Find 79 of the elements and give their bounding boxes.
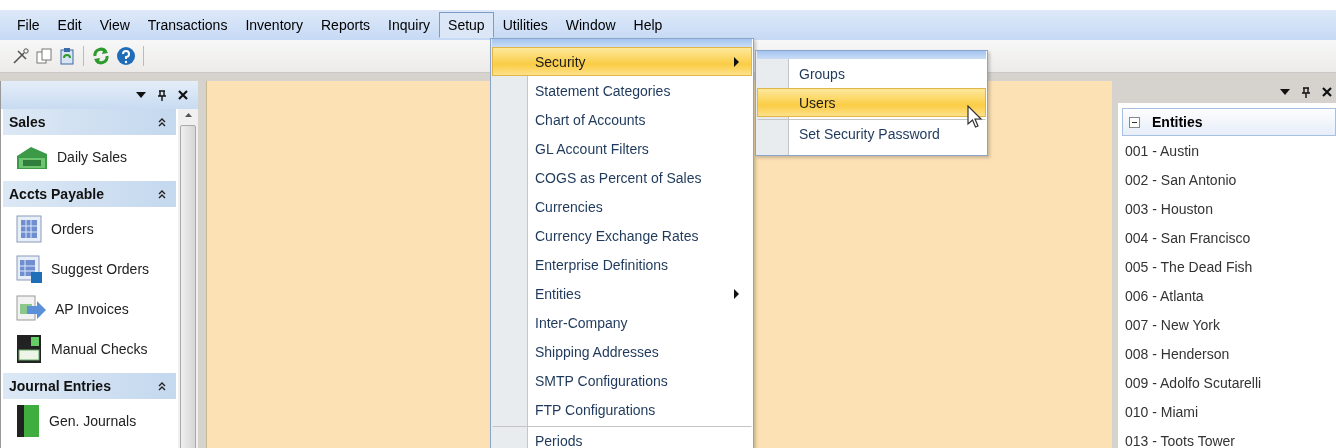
- nav-item[interactable]: Orders: [51, 221, 94, 237]
- nav-item[interactable]: Manual Checks: [51, 341, 148, 357]
- menu-option[interactable]: SMTP Configurations: [492, 366, 752, 395]
- tree-item[interactable]: 013 - Toots Tower: [1118, 426, 1336, 448]
- menu-option[interactable]: Security: [492, 47, 752, 76]
- section-title: Sales: [9, 114, 46, 130]
- menu-option[interactable]: Currency Exchange Rates: [492, 221, 752, 250]
- submenu-arrow-icon: [734, 288, 739, 299]
- cut-icon[interactable]: [12, 47, 30, 65]
- menu-item[interactable]: Utilities: [493, 12, 557, 38]
- document-arrow-icon: [15, 294, 47, 324]
- section-header[interactable]: Journal Entries: [3, 373, 176, 399]
- tree-item[interactable]: 005 - The Dead Fish: [1118, 252, 1336, 281]
- tree-item[interactable]: 009 - Adolfo Scutarelli: [1118, 368, 1336, 397]
- menu-option[interactable]: Inter-Company: [492, 308, 752, 337]
- menu-option[interactable]: COGS as Percent of Sales: [492, 163, 752, 192]
- menu-option[interactable]: Currencies: [492, 192, 752, 221]
- pin-icon[interactable]: [158, 89, 166, 101]
- section-title: Accts Payable: [9, 186, 104, 202]
- menu-item[interactable]: Reports: [312, 12, 380, 38]
- tree-item[interactable]: 006 - Atlanta: [1118, 281, 1336, 310]
- menu-option[interactable]: Users: [757, 88, 986, 117]
- cursor-icon: [967, 105, 983, 129]
- tree-item[interactable]: 010 - Miami: [1118, 397, 1336, 426]
- menu-item[interactable]: Inventory: [236, 12, 312, 38]
- submenu-arrow-icon: [734, 56, 739, 67]
- table-help-icon: [15, 254, 43, 284]
- film-check-icon: [15, 333, 43, 365]
- nav-item[interactable]: AP Invoices: [55, 301, 129, 317]
- paste-icon[interactable]: [58, 47, 76, 65]
- menu-grip[interactable]: [757, 51, 986, 59]
- collapse-icon[interactable]: [158, 117, 166, 127]
- menu-option[interactable]: Entities: [492, 279, 752, 308]
- tree-item[interactable]: 004 - San Francisco: [1118, 223, 1336, 252]
- menu-option[interactable]: GL Account Filters: [492, 134, 752, 163]
- copy-icon[interactable]: [35, 47, 53, 65]
- menu-item[interactable]: File: [8, 12, 49, 38]
- nav-item[interactable]: Daily Sales: [57, 149, 128, 165]
- scroll-up-icon[interactable]: [184, 113, 192, 117]
- menu-item[interactable]: Setup: [439, 12, 494, 38]
- refresh-icon[interactable]: [91, 46, 111, 66]
- menu-item[interactable]: Window: [556, 12, 625, 38]
- tree-item[interactable]: 008 - Henderson: [1118, 339, 1336, 368]
- scrollbar[interactable]: [178, 109, 198, 448]
- book-icon: [15, 404, 41, 438]
- help-icon[interactable]: [116, 46, 136, 66]
- dropdown-icon[interactable]: [136, 92, 146, 98]
- menu-option[interactable]: Chart of Accounts: [492, 105, 752, 134]
- menu-grip[interactable]: [492, 39, 752, 47]
- collapse-icon[interactable]: [1129, 116, 1140, 128]
- dropdown-icon[interactable]: [1280, 89, 1290, 95]
- nav-item[interactable]: Gen. Journals: [49, 413, 137, 429]
- collapse-icon[interactable]: [158, 381, 166, 391]
- menu-option[interactable]: Shipping Addresses: [492, 337, 752, 366]
- menu-item[interactable]: View: [90, 12, 139, 38]
- close-icon[interactable]: [1322, 87, 1332, 97]
- menu-option[interactable]: Statement Categories: [492, 76, 752, 105]
- tree-item[interactable]: 003 - Houston: [1118, 194, 1336, 223]
- section-header[interactable]: Sales: [3, 109, 176, 135]
- cash-icon: [15, 144, 49, 170]
- collapse-icon[interactable]: [158, 189, 166, 199]
- tree-item[interactable]: 001 - Austin: [1118, 136, 1336, 165]
- tree-item[interactable]: 007 - New York: [1118, 310, 1336, 339]
- section-title: Journal Entries: [9, 378, 111, 394]
- menu-item[interactable]: Transactions: [138, 12, 237, 38]
- menu-item[interactable]: Inquiry: [379, 12, 440, 38]
- pin-icon[interactable]: [1302, 86, 1310, 98]
- menu-option[interactable]: Periods: [492, 426, 752, 448]
- tree-title: Entities: [1152, 114, 1203, 130]
- tree-item[interactable]: 002 - San Antonio: [1118, 165, 1336, 194]
- section-header[interactable]: Accts Payable: [3, 181, 176, 207]
- menu-item[interactable]: Help: [624, 12, 672, 38]
- menu-option[interactable]: Groups: [757, 59, 986, 88]
- menu-option[interactable]: FTP Configurations: [492, 395, 752, 424]
- menu-item[interactable]: Edit: [48, 12, 91, 38]
- menu-option[interactable]: Enterprise Definitions: [492, 250, 752, 279]
- table-icon: [15, 214, 43, 244]
- nav-item[interactable]: Suggest Orders: [51, 261, 150, 277]
- close-icon[interactable]: [178, 90, 188, 100]
